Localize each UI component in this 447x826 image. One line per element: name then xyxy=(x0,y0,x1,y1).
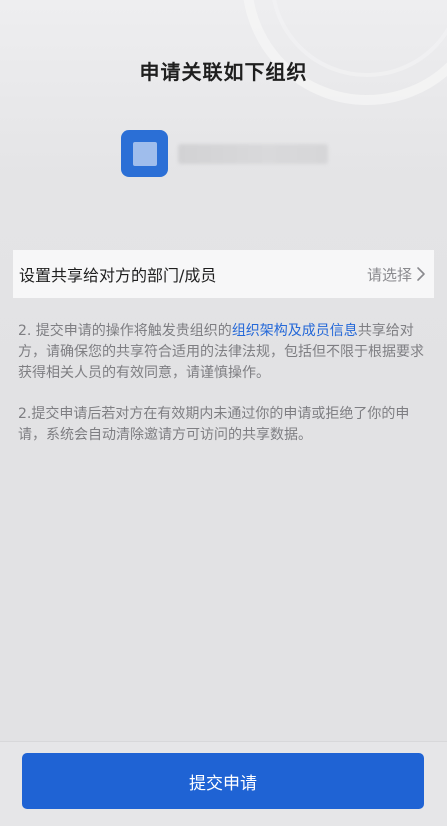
page: 申请关联如下组织 设置共享给对方的部门/成员 请选择 2. 提交申请的操作将触发… xyxy=(0,0,447,826)
notice-text: 2. 提交申请的操作将触发贵组织的组织架构及成员信息共享给对方，请确保您的共享符… xyxy=(18,321,428,466)
share-scope-selector[interactable]: 设置共享给对方的部门/成员 请选择 xyxy=(13,250,434,298)
share-scope-action[interactable]: 请选择 xyxy=(367,264,426,285)
submit-button[interactable]: 提交申请 xyxy=(22,753,424,809)
org-name xyxy=(178,143,328,164)
notice-paragraph-1: 2. 提交申请的操作将触发贵组织的组织架构及成员信息共享给对方，请确保您的共享符… xyxy=(18,321,428,384)
chevron-right-icon xyxy=(417,267,425,281)
org-info-link[interactable]: 组织架构及成员信息 xyxy=(232,323,358,339)
page-title: 申请关联如下组织 xyxy=(139,60,308,84)
select-prompt: 请选择 xyxy=(366,265,412,284)
org-logo-mark xyxy=(132,141,157,166)
notice-1-prefix: 2. 提交申请的操作将触发贵组织的 xyxy=(18,323,232,339)
share-scope-label: 设置共享给对方的部门/成员 xyxy=(19,266,217,285)
org-info xyxy=(121,130,328,177)
org-logo-icon xyxy=(121,130,168,177)
notice-paragraph-2: 2.提交申请后若对方在有效期内未通过你的申请或拒绝了你的申请，系统会自动清除邀请… xyxy=(18,406,410,443)
